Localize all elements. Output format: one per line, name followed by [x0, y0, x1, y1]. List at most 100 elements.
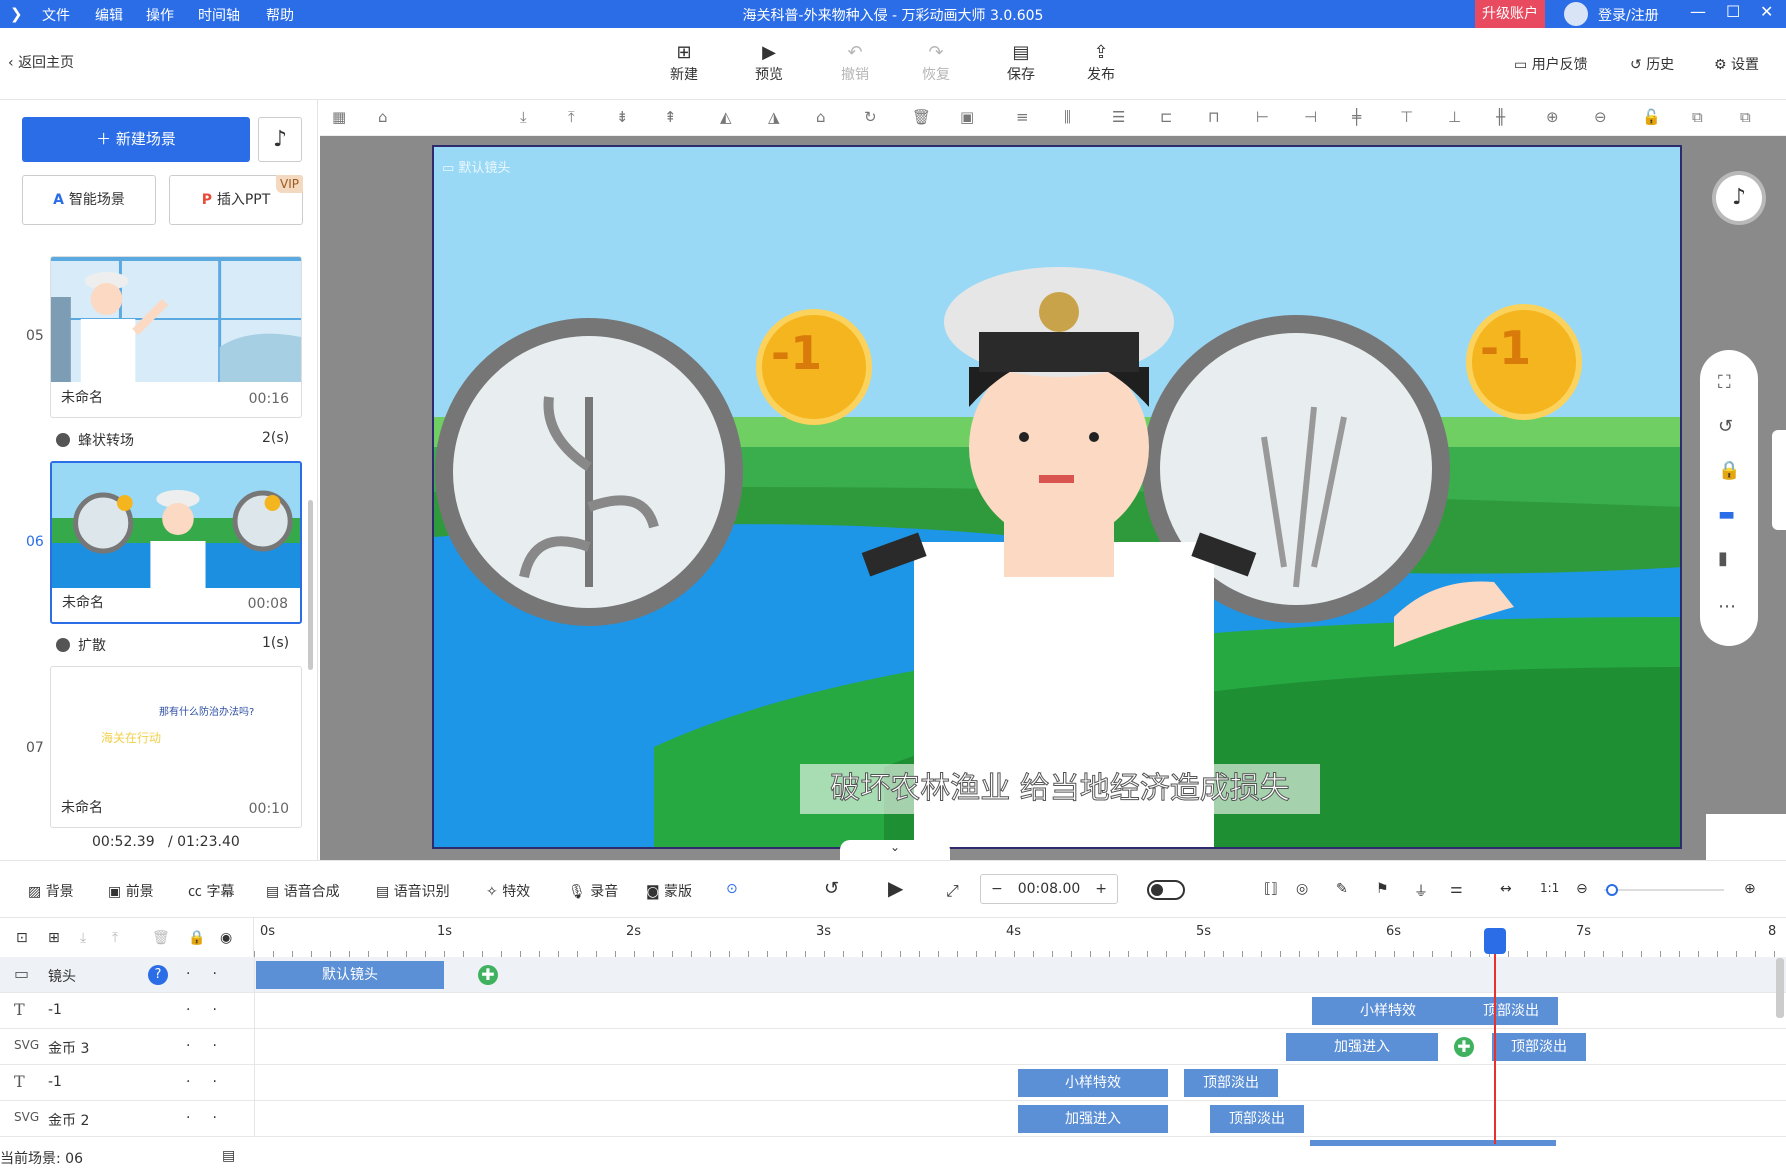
fit-width-icon[interactable]: ↔ [1500, 881, 1512, 897]
avatar[interactable] [1564, 2, 1588, 26]
stage-canvas[interactable]: ▭ 默认镜头 [432, 145, 1682, 849]
record-button[interactable]: 🎙 录音 [568, 881, 618, 901]
back-home-button[interactable]: ‹ 返回主页 [8, 52, 74, 72]
zoom-in-icon[interactable]: ⊕ [1546, 108, 1559, 126]
new-button[interactable]: ⊞ 新建 [654, 42, 714, 84]
music-button[interactable]: ♪ [258, 117, 302, 162]
scrollbar[interactable] [308, 500, 313, 670]
same-height-icon[interactable]: ⊓ [1208, 108, 1220, 126]
timeline-ruler[interactable]: 0s 1s 2s 3s 4s 5s 6s 7s 8 [254, 918, 1786, 960]
same-width-icon[interactable]: ⊏ [1160, 108, 1173, 126]
align-hcenter-icon[interactable]: ╪ [1352, 108, 1361, 126]
redo-button[interactable]: ↷ 恢复 [906, 42, 966, 84]
rotate-icon[interactable]: ↻ [864, 108, 877, 126]
fit-screen-icon[interactable]: ⛶ [1718, 372, 1731, 393]
timeline-clip-partial[interactable] [1310, 1140, 1556, 1146]
timeline-clip[interactable]: 加强进入 [1286, 1033, 1438, 1061]
transition-item[interactable]: 蜂状转场 2(s) [56, 430, 296, 450]
zoom-in-icon[interactable]: ⊕ [1744, 881, 1756, 897]
track-row-text[interactable]: T -1 ·· 小样特效 顶部淡出 [0, 993, 1786, 1029]
more-icon[interactable]: ⋯ [1718, 596, 1736, 617]
add-folder-icon[interactable]: ⊡ [16, 930, 28, 946]
lock-icon[interactable]: ⌂ [816, 108, 826, 126]
rotate-icon[interactable]: ↺ [1718, 416, 1733, 437]
playhead-handle[interactable] [1484, 928, 1506, 954]
timecode-stepper[interactable]: − 00:08.00 + [980, 874, 1118, 904]
add-keyframe-icon[interactable]: ✚ [478, 965, 498, 985]
track-row-svg[interactable]: SVG 金币 2 ·· 加强进入 顶部淡出 [0, 1101, 1786, 1137]
signpost-icon[interactable]: ⚑ [1376, 881, 1389, 897]
maximize-icon[interactable]: ☐ [1726, 2, 1740, 21]
minimize-icon[interactable]: — [1690, 2, 1706, 21]
distribute-h-icon[interactable]: ⫼ [1064, 108, 1071, 126]
align-vcenter-icon[interactable]: ╫ [1496, 108, 1505, 126]
speech-recognition-button[interactable]: ▤ 语音识别 [376, 881, 450, 901]
desktop-icon[interactable]: ▬ [1718, 504, 1735, 525]
eye-icon[interactable]: ◉ [220, 930, 232, 946]
settings-link[interactable]: ⚙ 设置 [1714, 54, 1759, 74]
mobile-icon[interactable]: ▮ [1718, 548, 1728, 569]
timeline-clip[interactable]: 顶部淡出 [1210, 1105, 1304, 1133]
transition-item[interactable]: 扩散 1(s) [56, 635, 296, 655]
track-flags[interactable]: ·· [186, 1002, 239, 1018]
zoom-slider[interactable] [1604, 889, 1724, 891]
loop-toggle[interactable] [1147, 880, 1185, 900]
track-flags[interactable]: ·· [186, 1110, 239, 1126]
add-keyframe-icon[interactable]: ✚ [1454, 1037, 1474, 1057]
camera-snap-icon[interactable]: ◎ [1296, 881, 1308, 897]
insert-ppt-button[interactable]: P 插入PPT VIP [169, 175, 303, 225]
copy-icon[interactable]: ⧉ [1692, 108, 1703, 126]
group-icon[interactable]: ▣ [960, 108, 974, 126]
edit-icon[interactable]: ✎ [1336, 881, 1348, 897]
notes-icon[interactable]: ▤ [222, 1148, 235, 1164]
track-flags[interactable]: ·· [186, 1038, 239, 1054]
timeline-clip[interactable]: 顶部淡出 [1464, 997, 1558, 1025]
timeline-clip[interactable]: 默认镜头 [256, 961, 444, 989]
delete-icon[interactable]: 🗑 [912, 108, 931, 126]
undo-button[interactable]: ↶ 撤销 [825, 42, 885, 84]
align-top2-icon[interactable]: ⊤ [1400, 108, 1413, 126]
collapse-panel-button[interactable] [1772, 430, 1786, 530]
track-row-svg[interactable]: SVG 金币 3 ·· 加强进入 ✚ 顶部淡出 [0, 1029, 1786, 1065]
lock-icon[interactable]: 🔒 [188, 930, 205, 946]
flip-vertical-icon[interactable]: ◮ [768, 108, 780, 126]
timeline-clip[interactable]: 小样特效 [1312, 997, 1464, 1025]
tts-button[interactable]: ▤ 语音合成 [266, 881, 340, 901]
format-painter-icon[interactable]: ▦ [332, 108, 346, 126]
close-icon[interactable]: ✕ [1760, 2, 1773, 21]
scene-card-07[interactable]: 那有什么防治办法吗? 海关在行动 未命名 00:10 [50, 666, 302, 828]
replay-icon[interactable]: ↺ [824, 878, 839, 899]
history-link[interactable]: ↺ 历史 [1630, 54, 1674, 74]
unlock-icon[interactable]: 🔓 [1642, 108, 1661, 126]
align-top-icon[interactable]: ⤒ [568, 108, 575, 126]
zoom-out-icon[interactable]: ⊖ [1576, 881, 1588, 897]
subtitle-text[interactable]: 破坏农林渔业 给当地经济造成损失 [800, 764, 1320, 814]
save-button[interactable]: ▤ 保存 [991, 42, 1051, 84]
plus-icon[interactable]: + [1095, 875, 1107, 903]
login-register-link[interactable]: 登录/注册 [1598, 5, 1659, 25]
timecode-value[interactable]: 00:08.00 [1018, 881, 1081, 897]
track-flags[interactable]: ·· [186, 966, 239, 982]
bring-forward-icon[interactable]: ⇟ [616, 108, 629, 126]
add-item-icon[interactable]: ⊞ [48, 930, 60, 946]
align-bottom2-icon[interactable]: ⊥ [1448, 108, 1461, 126]
scene-card-05[interactable]: 未命名 00:16 [50, 256, 302, 418]
track-row-camera[interactable]: ▭ 镜头 ? ·· 默认镜头 ✚ [0, 957, 1786, 993]
lock-icon[interactable]: 🔒 [1718, 460, 1740, 481]
align-right-icon[interactable]: ⊣ [1304, 108, 1317, 126]
track-flags[interactable]: ·· [186, 1074, 239, 1090]
adjust-icon[interactable]: ⚌ [1450, 881, 1463, 897]
move-up-icon[interactable]: ⤒ [112, 930, 118, 946]
effects-button[interactable]: ✧ 特效 [486, 881, 530, 901]
ratio-icon[interactable]: 1:1 [1540, 881, 1559, 895]
fullscreen-icon[interactable]: ⤢ [946, 881, 959, 901]
align-bottom-icon[interactable]: ⤓ [520, 108, 527, 126]
track-row-text[interactable]: T -1 ·· 小样特效 顶部淡出 [0, 1065, 1786, 1101]
home-icon[interactable]: ⌂ [378, 108, 388, 126]
collapse-timeline-button[interactable]: ⌄ [840, 840, 950, 860]
zoom-out-icon[interactable]: ⊖ [1594, 108, 1607, 126]
mask-button[interactable]: ◙ 蒙版 [646, 881, 692, 901]
upgrade-account-button[interactable]: 升级账户 [1475, 0, 1545, 28]
timeline-scrollbar[interactable] [1776, 958, 1784, 1018]
feedback-link[interactable]: ▭ 用户反馈 [1514, 54, 1588, 74]
